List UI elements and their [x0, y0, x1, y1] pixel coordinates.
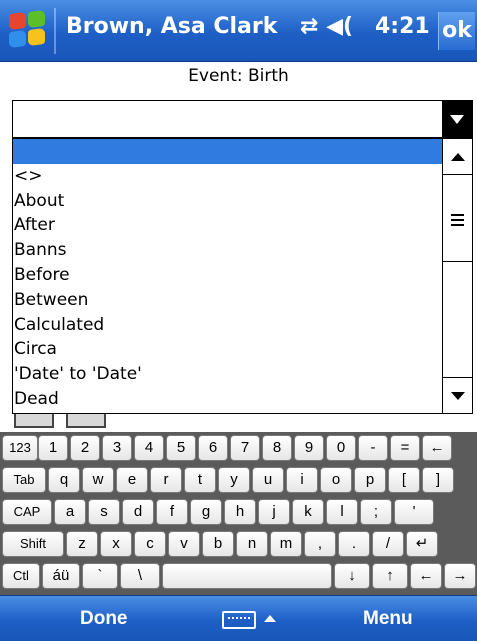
title-bar: Brown, Asa Clark ⇄ ◀( 4:21 ok — [0, 0, 477, 62]
combobox-dropdown-arrow-icon[interactable] — [442, 101, 472, 137]
dropdown-option[interactable]: Dead — [13, 387, 444, 412]
scroll-down-arrow-icon[interactable] — [443, 377, 472, 413]
keyboard-key[interactable]: p — [354, 467, 386, 493]
keyboard-key[interactable] — [162, 563, 332, 589]
keyboard-key[interactable]: , — [304, 531, 336, 557]
date-qualifier-dropdown-list[interactable]: <> About After Banns Before Between Calculated… — [12, 138, 473, 414]
keyboard-key[interactable]: Tab — [2, 467, 46, 493]
soft-keyboard: 123 1 2 3 4 5 6 7 8 9 0- = ← Tab q w e r t y u i o p[] CAP a s d f g h… — [0, 432, 477, 595]
keyboard-key[interactable]: ↓ — [334, 563, 370, 589]
keyboard-key[interactable]: ← — [422, 435, 452, 461]
dropdown-option[interactable]: 'Date' to 'Date' — [13, 362, 444, 387]
keyboard-key[interactable]: 7 — [230, 435, 260, 461]
keyboard-key[interactable]: ] — [422, 467, 454, 493]
window-title: Brown, Asa Clark — [66, 14, 278, 39]
keyboard-key[interactable]: ↑ — [372, 563, 408, 589]
keyboard-key[interactable]: u — [252, 467, 284, 493]
keyboard-key[interactable]: b — [202, 531, 234, 557]
connectivity-volume-icons[interactable]: ⇄ ◀( — [300, 14, 353, 39]
keyboard-key[interactable]: j — [258, 499, 290, 525]
ok-button[interactable]: ok — [438, 12, 475, 50]
keyboard-key[interactable]: 6 — [198, 435, 228, 461]
keyboard-key[interactable]: l — [326, 499, 358, 525]
keyboard-key[interactable]: n — [236, 531, 268, 557]
dropdown-option[interactable]: After — [13, 213, 444, 238]
dropdown-option[interactable]: About — [13, 189, 444, 214]
keyboard-key[interactable]: [ — [388, 467, 420, 493]
event-label: Event: Birth — [188, 66, 289, 86]
keyboard-key[interactable]: t — [184, 467, 216, 493]
list-scrollbar[interactable] — [442, 139, 472, 413]
grip-line — [451, 224, 464, 226]
keyboard-key[interactable]: ` — [82, 563, 118, 589]
dropdown-option[interactable]: <> — [13, 164, 444, 189]
menu-softkey[interactable]: Menu — [363, 608, 413, 630]
keyboard-key[interactable]: Shift — [2, 531, 64, 557]
keyboard-key[interactable]: a — [54, 499, 86, 525]
keyboard-key[interactable]: s — [88, 499, 120, 525]
keyboard-key[interactable]: . — [338, 531, 370, 557]
dropdown-option[interactable]: Circa — [13, 337, 444, 362]
keyboard-key[interactable]: w — [82, 467, 114, 493]
keyboard-key[interactable]: d — [122, 499, 154, 525]
dropdown-option[interactable]: Calculated — [13, 313, 444, 338]
keyboard-key[interactable]: g — [190, 499, 222, 525]
keyboard-key[interactable]: áü — [42, 563, 80, 589]
input-panel-caret-icon[interactable] — [264, 615, 276, 622]
keyboard-key[interactable]: ' — [394, 499, 434, 525]
keyboard-key[interactable]: m — [270, 531, 302, 557]
keyboard-key[interactable]: 4 — [134, 435, 164, 461]
scroll-thumb[interactable] — [443, 176, 472, 262]
grip-line — [451, 219, 464, 221]
keyboard-key[interactable]: i — [286, 467, 318, 493]
title-separator — [54, 8, 56, 54]
softkey-bar: Done Menu — [0, 595, 477, 641]
keyboard-key[interactable]: - — [358, 435, 388, 461]
keyboard-key[interactable]: 0 — [326, 435, 356, 461]
keyboard-key[interactable]: 123 — [2, 435, 38, 461]
keyboard-key[interactable]: → — [444, 563, 476, 589]
keyboard-key[interactable]: z — [66, 531, 98, 557]
date-qualifier-combobox[interactable] — [12, 100, 473, 138]
keyboard-key[interactable]: h — [224, 499, 256, 525]
scroll-up-arrow-icon[interactable] — [443, 139, 472, 175]
keyboard-key[interactable]: f — [156, 499, 188, 525]
keyboard-key[interactable]: CAP — [2, 499, 52, 525]
dropdown-option[interactable]: Banns — [13, 238, 444, 263]
keyboard-key[interactable]: 9 — [294, 435, 324, 461]
keyboard-key[interactable]: \ — [120, 563, 160, 589]
keyboard-key[interactable]: = — [390, 435, 420, 461]
keyboard-key[interactable]: 1 — [38, 435, 68, 461]
grip-line — [451, 214, 464, 216]
keyboard-key[interactable]: r — [150, 467, 182, 493]
dropdown-option[interactable]: Before — [13, 263, 444, 288]
keyboard-key[interactable]: q — [48, 467, 80, 493]
keyboard-key[interactable]: c — [134, 531, 166, 557]
keyboard-key[interactable]: 2 — [70, 435, 100, 461]
clock[interactable]: 4:21 — [375, 14, 430, 39]
keyboard-key[interactable]: Ctl — [2, 563, 40, 589]
input-panel-keyboard-icon[interactable] — [222, 611, 256, 629]
keyboard-key[interactable]: 3 — [102, 435, 132, 461]
keyboard-key[interactable]: 8 — [262, 435, 292, 461]
keyboard-key[interactable]: 5 — [166, 435, 196, 461]
dropdown-option[interactable]: Between — [13, 288, 444, 313]
keyboard-key[interactable]: k — [292, 499, 324, 525]
dropdown-option[interactable] — [13, 139, 444, 164]
keyboard-key[interactable]: ← — [410, 563, 442, 589]
keyboard-key[interactable]: ; — [360, 499, 392, 525]
keyboard-key[interactable]: / — [372, 531, 404, 557]
keyboard-key[interactable]: y — [218, 467, 250, 493]
done-softkey[interactable]: Done — [80, 608, 128, 630]
keyboard-key[interactable]: o — [320, 467, 352, 493]
keyboard-key[interactable]: v — [168, 531, 200, 557]
keyboard-key[interactable]: ↵ — [406, 531, 438, 557]
keyboard-key[interactable]: x — [100, 531, 132, 557]
keyboard-key[interactable]: e — [116, 467, 148, 493]
start-menu-windows-icon[interactable] — [8, 9, 48, 51]
